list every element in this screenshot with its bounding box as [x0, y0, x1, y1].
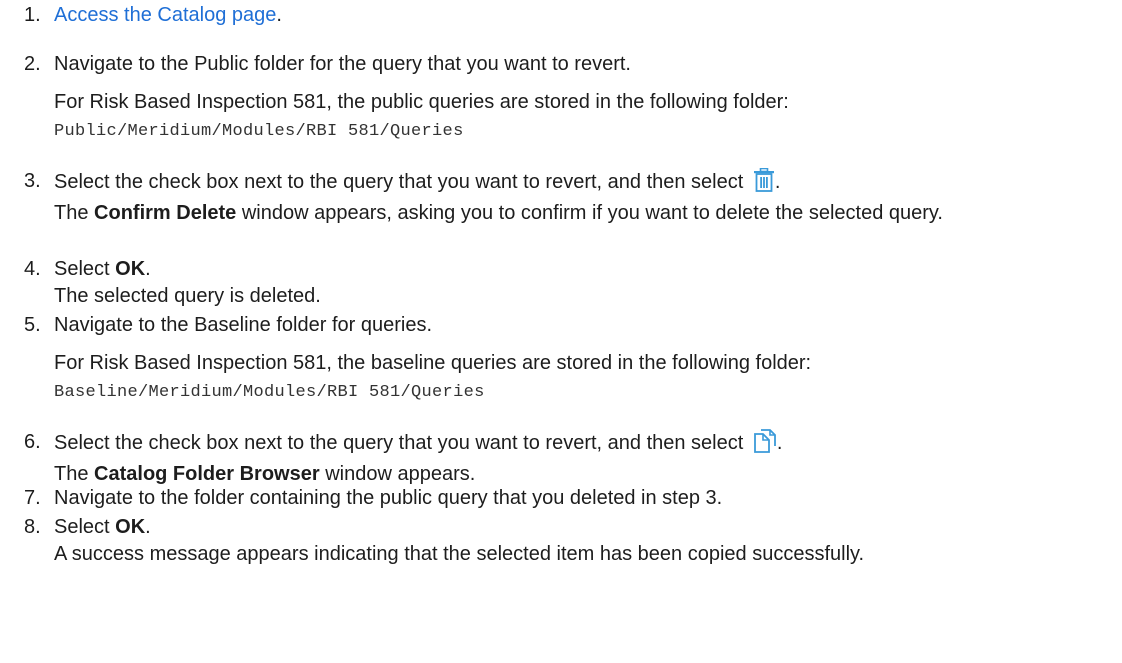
step-number: 2. [24, 53, 41, 75]
step-number: 1. [24, 4, 41, 26]
copy-document-icon[interactable] [753, 429, 777, 461]
step-number: 5. [24, 314, 41, 336]
step-text: Navigate to the Public folder for the qu… [54, 53, 631, 75]
folder-path: Baseline/Meridium/Modules/RBI 581/Querie… [54, 383, 485, 402]
step-result: The Confirm Delete window appears, askin… [54, 202, 943, 224]
confirm-delete-label: Confirm Delete [94, 202, 237, 224]
step-text: Select the check box next to the query t… [54, 171, 744, 193]
step-number: 3. [24, 170, 41, 192]
step-text: Select the check box next to the query t… [54, 432, 744, 454]
delete-trash-icon[interactable] [753, 167, 775, 200]
step-number: 4. [24, 258, 41, 280]
catalog-folder-browser-label: Catalog Folder Browser [94, 463, 320, 485]
step-result: A success message appears indicating tha… [54, 543, 865, 565]
folder-path: Public/Meridium/Modules/RBI 581/Queries [54, 122, 464, 141]
catalog-page-link[interactable]: Access the Catalog page [54, 4, 276, 26]
period: . [776, 432, 783, 454]
step-note: For Risk Based Inspection 581, the basel… [54, 352, 812, 374]
step-number: 6. [24, 431, 41, 453]
step-note: For Risk Based Inspection 581, the publi… [54, 91, 789, 113]
period: . [774, 171, 781, 193]
step-text: Navigate to the Baseline folder for quer… [54, 314, 432, 336]
step-number: 7. [24, 487, 41, 509]
step-text: Navigate to the folder containing the pu… [54, 487, 723, 509]
step-result: The selected query is deleted. [54, 285, 321, 307]
step-number: 8. [24, 516, 41, 538]
ok-label: OK [115, 516, 146, 538]
ok-label: OK [115, 258, 146, 280]
period: . [276, 4, 282, 26]
